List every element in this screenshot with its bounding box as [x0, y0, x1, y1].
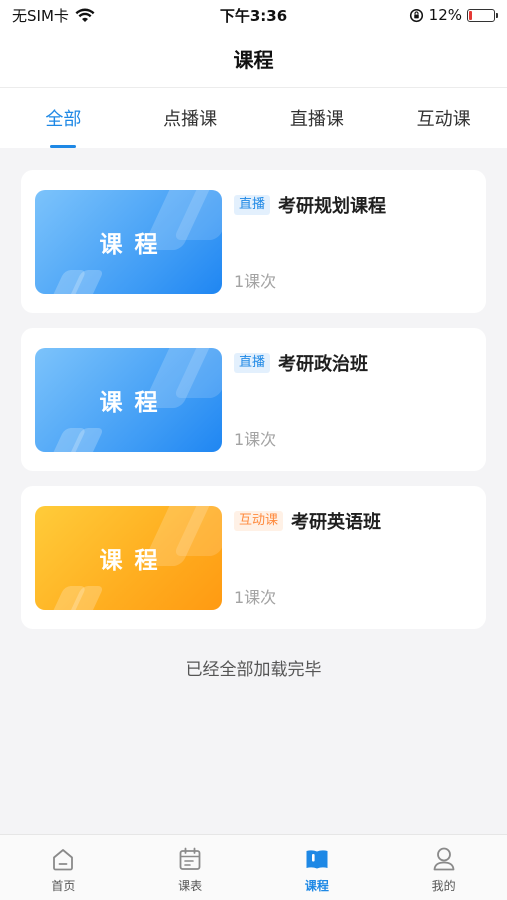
bottom-tab-bar: 首页 课表 课程 我的 [0, 834, 507, 900]
battery-percent: 12% [428, 6, 462, 24]
status-time: 下午3:36 [219, 6, 288, 25]
tabbar-profile[interactable]: 我的 [380, 835, 507, 900]
course-info: 直播 考研政治班 1课次 [222, 348, 472, 451]
course-list: 课程 直播 考研规划课程 1课次 课程 直播 考研政治班 1课次 课程 互动课 … [0, 148, 507, 834]
tabbar-label: 课程 [304, 879, 329, 893]
carrier-text: 无SIM卡 [12, 6, 69, 25]
lesson-count: 1课次 [234, 430, 277, 449]
tabbar-label: 课表 [178, 879, 203, 893]
status-bar: 无SIM卡 下午3:36 12% [0, 0, 507, 30]
home-icon [53, 849, 74, 871]
tabbar-label: 我的 [431, 879, 456, 893]
thumbnail-text: 课程 [99, 232, 170, 258]
wifi-icon [75, 8, 95, 22]
tab-label: 点播课 [163, 109, 218, 130]
course-info: 互动课 考研英语班 1课次 [222, 506, 472, 609]
course-title: 考研英语班 [291, 512, 382, 533]
nav-bar: 课程 [0, 30, 507, 88]
tab-interactive[interactable]: 互动课 [380, 88, 507, 148]
course-type-badge: 直播 [234, 195, 271, 215]
tab-label: 互动课 [416, 109, 471, 130]
course-card[interactable]: 课程 互动课 考研英语班 1课次 [21, 486, 486, 629]
page-title: 课程 [233, 48, 274, 72]
battery-fill [469, 10, 472, 20]
thumbnail-text: 课程 [99, 390, 170, 416]
tabbar-label: 首页 [51, 879, 76, 893]
course-thumbnail: 课程 [35, 190, 222, 294]
calendar-icon [179, 847, 201, 870]
course-thumbnail: 课程 [35, 348, 222, 452]
tab-on-demand[interactable]: 点播课 [127, 88, 254, 148]
lesson-count: 1课次 [234, 588, 277, 607]
thumbnail-text: 课程 [99, 548, 170, 574]
course-type-badge: 互动课 [234, 511, 284, 531]
course-card[interactable]: 课程 直播 考研规划课程 1课次 [21, 170, 486, 313]
tab-all[interactable]: 全部 [0, 88, 127, 148]
status-left: 无SIM卡 [12, 5, 182, 26]
tab-label: 全部 [45, 109, 82, 130]
course-card[interactable]: 课程 直播 考研政治班 1课次 [21, 328, 486, 471]
tab-live[interactable]: 直播课 [254, 88, 381, 148]
course-type-badge: 直播 [234, 353, 271, 373]
list-end-message: 已经全部加载完毕 [185, 660, 322, 680]
course-title: 考研政治班 [278, 354, 369, 375]
course-info: 直播 考研规划课程 1课次 [222, 190, 472, 293]
orientation-lock-icon [409, 8, 423, 22]
tab-label: 直播课 [289, 109, 344, 130]
user-icon [433, 847, 455, 871]
book-icon [306, 850, 328, 869]
battery-icon [467, 8, 498, 22]
tabbar-courses[interactable]: 课程 [254, 835, 381, 900]
lesson-count: 1课次 [234, 272, 277, 291]
course-thumbnail: 课程 [35, 506, 222, 610]
tabbar-home[interactable]: 首页 [0, 835, 127, 900]
status-right: 12% [325, 6, 498, 24]
course-title: 考研规划课程 [278, 196, 387, 217]
tabbar-schedule[interactable]: 课表 [127, 835, 254, 900]
course-type-tabs: 全部 点播课 直播课 互动课 [0, 88, 507, 148]
